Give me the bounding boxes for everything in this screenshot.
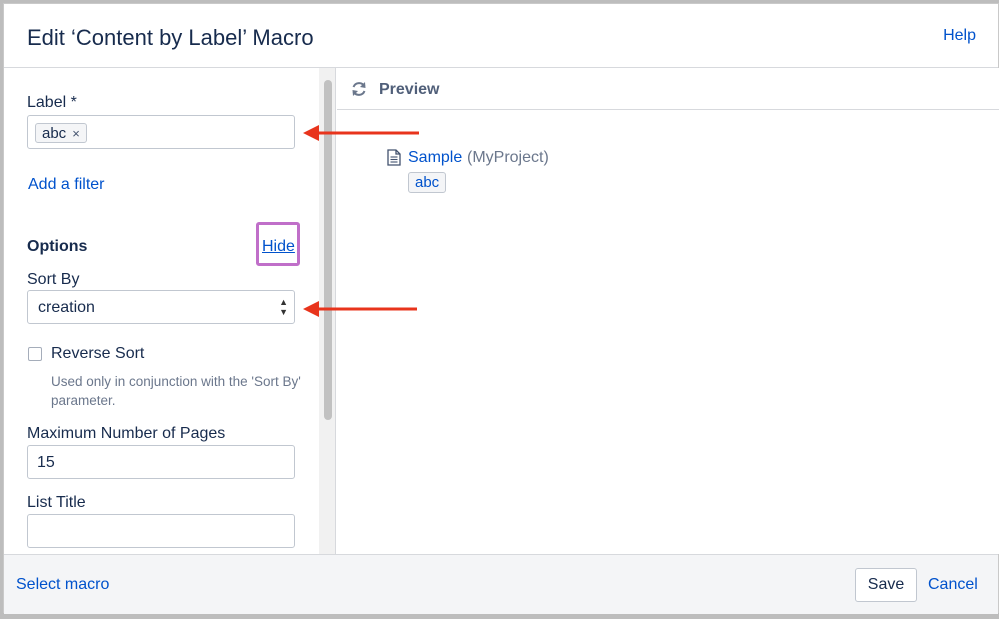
hide-options-link[interactable]: Hide xyxy=(262,238,295,256)
max-pages-label: Maximum Number of Pages xyxy=(27,425,226,442)
sort-by-select[interactable]: creation ▲ ▼ xyxy=(27,290,295,324)
macro-parameters-panel: Label * abc × Add a filter Options Hide … xyxy=(4,68,336,554)
label-field-label: Label * xyxy=(27,94,77,111)
list-title-field xyxy=(27,514,295,548)
reverse-sort-label: Reverse Sort xyxy=(51,345,145,362)
result-label-tag[interactable]: abc xyxy=(408,172,447,193)
macro-dialog: Edit ‘Content by Label’ Macro Help Label… xyxy=(3,3,999,614)
max-pages-field xyxy=(27,445,295,479)
label-input[interactable]: abc × xyxy=(27,115,295,149)
result-space-name: (MyProject) xyxy=(467,149,549,166)
sort-by-label: Sort By xyxy=(27,271,80,288)
help-link[interactable]: Help xyxy=(943,27,976,45)
remove-label-icon[interactable]: × xyxy=(72,126,80,141)
preview-header: Preview xyxy=(337,68,999,110)
add-filter-link[interactable]: Add a filter xyxy=(28,176,104,194)
dialog-title: Edit ‘Content by Label’ Macro xyxy=(27,25,314,50)
max-pages-input[interactable] xyxy=(37,454,277,472)
reverse-sort-hint: Used only in conjunction with the 'Sort … xyxy=(51,374,301,408)
list-title-label: List Title xyxy=(27,494,86,511)
annotation-arrow-icon xyxy=(303,125,419,141)
save-button[interactable]: Save xyxy=(855,568,917,602)
list-title-input[interactable] xyxy=(37,523,277,541)
options-heading: Options xyxy=(27,238,88,255)
reverse-sort-checkbox[interactable] xyxy=(28,347,42,361)
select-macro-link[interactable]: Select macro xyxy=(16,576,109,594)
document-icon xyxy=(387,149,401,166)
label-chip-text: abc xyxy=(42,124,67,142)
refresh-icon[interactable] xyxy=(349,79,369,99)
annotation-arrow-icon xyxy=(303,301,417,317)
dialog-header: Edit ‘Content by Label’ Macro Help xyxy=(4,4,998,68)
select-arrows-icon: ▲ ▼ xyxy=(279,297,288,317)
label-chip: abc × xyxy=(35,123,87,143)
dialog-footer: Select macro Save Cancel xyxy=(4,554,998,614)
preview-panel: Preview Sample (MyProject) abc xyxy=(337,68,999,554)
cancel-link[interactable]: Cancel xyxy=(928,576,978,594)
preview-title: Preview xyxy=(379,81,440,98)
sort-by-value: creation xyxy=(38,299,95,316)
result-page-link[interactable]: Sample xyxy=(408,149,462,167)
